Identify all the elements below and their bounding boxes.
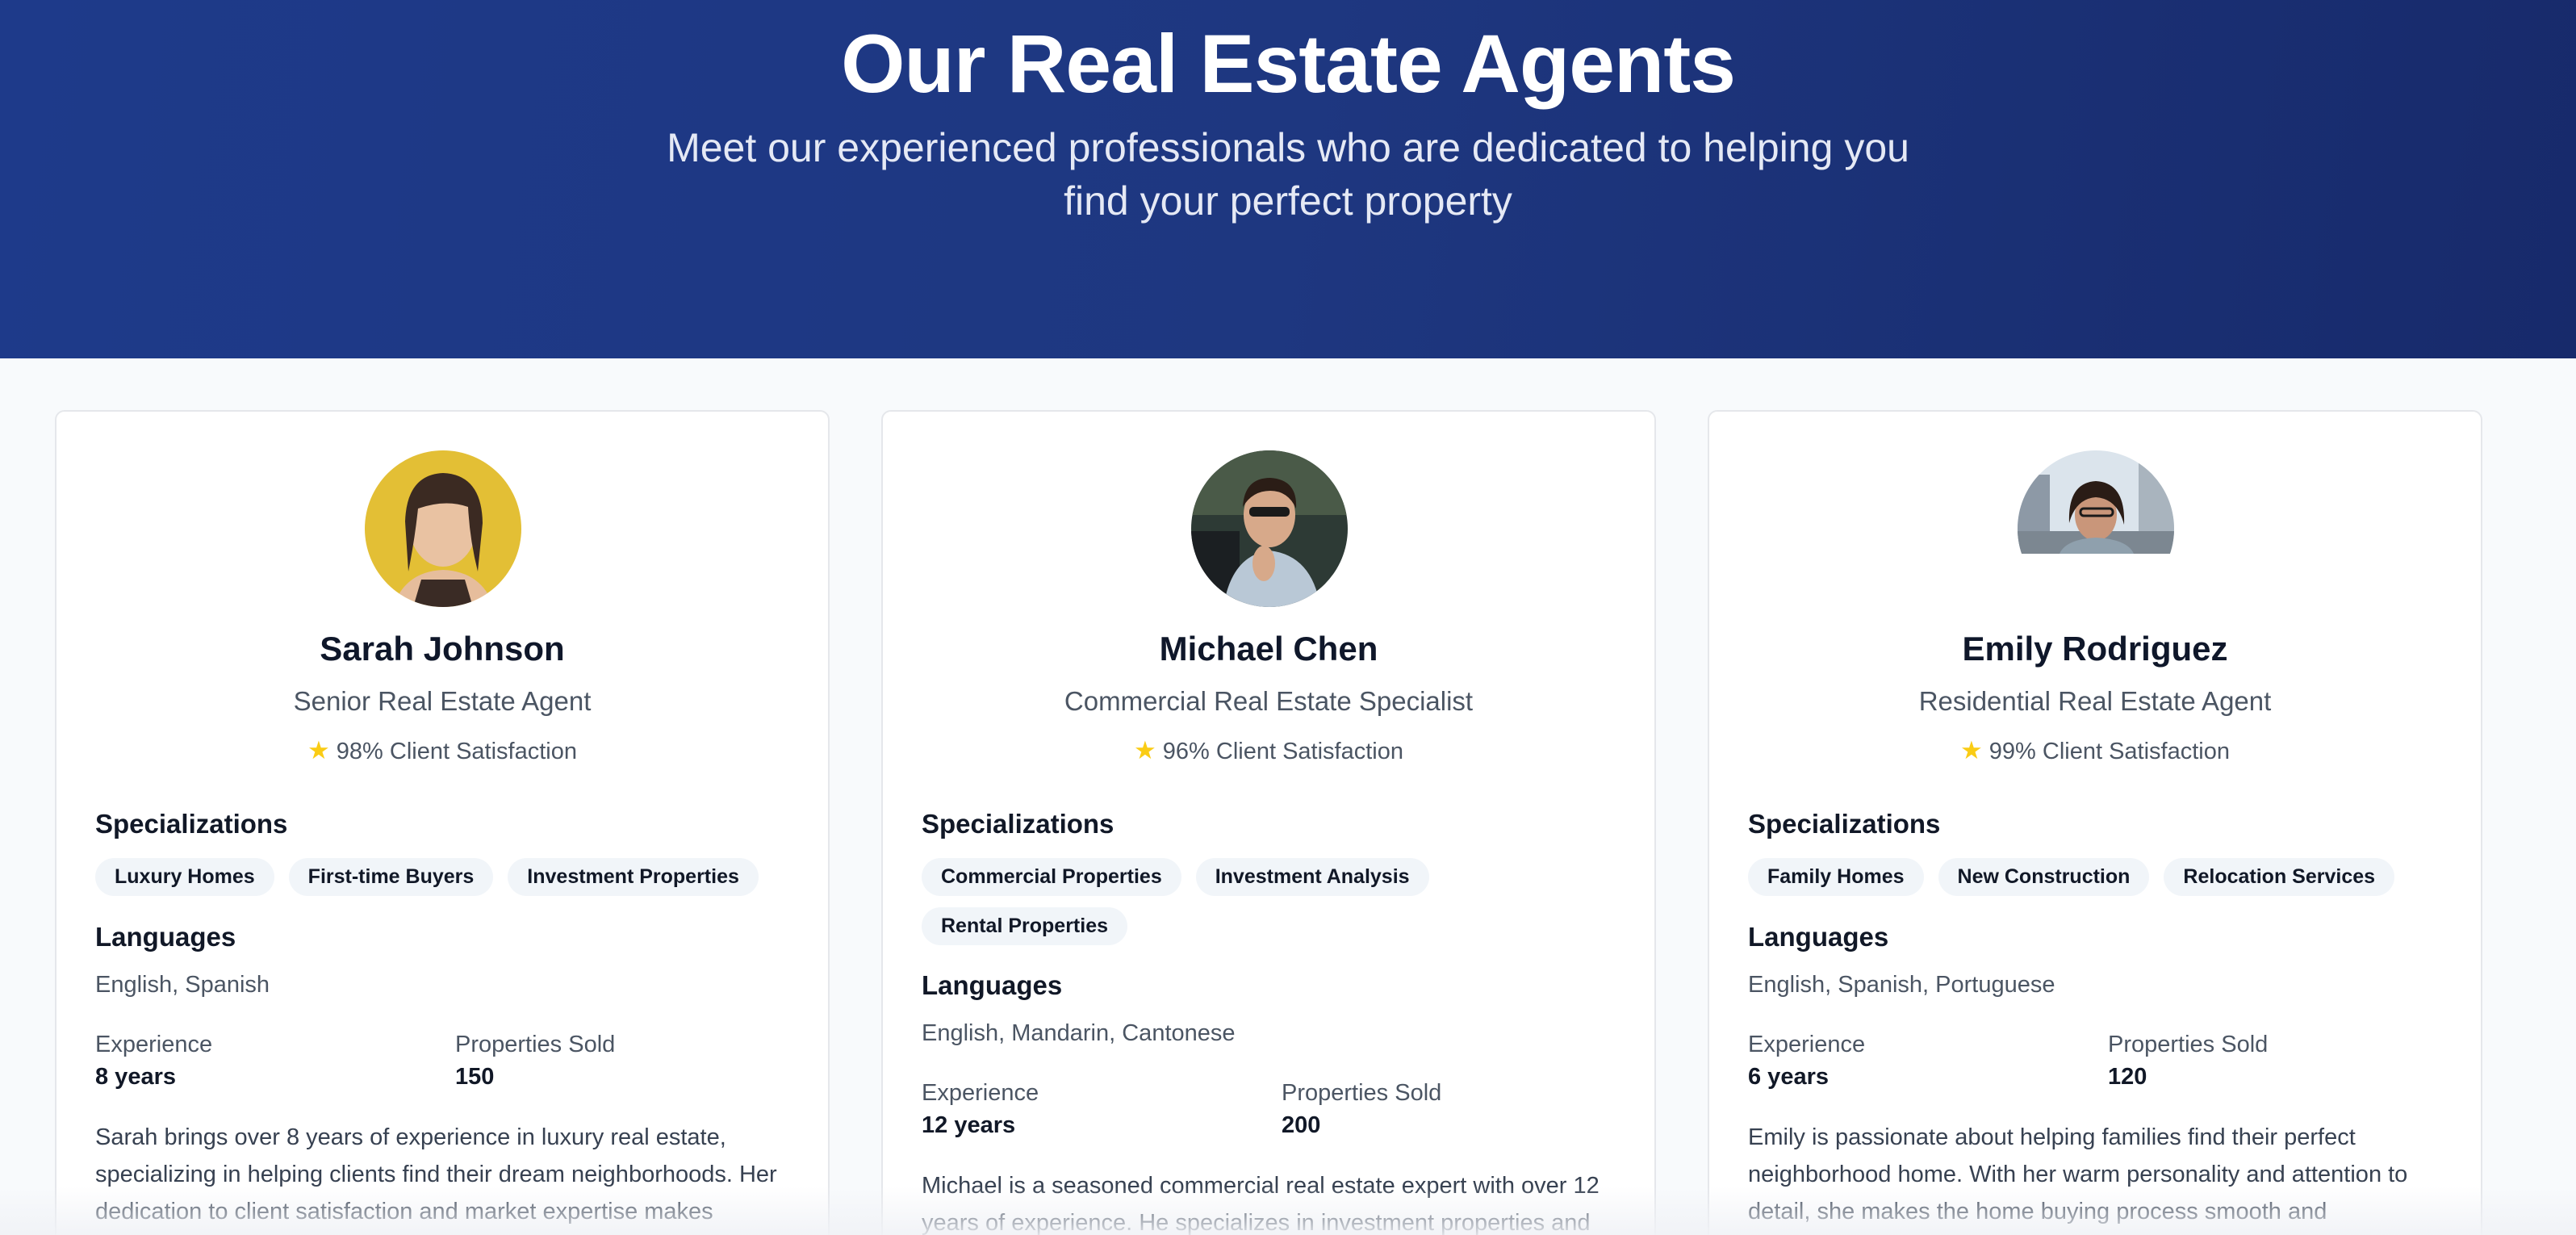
languages-heading: Languages xyxy=(922,970,1063,1000)
properties-sold-label: Properties Sold xyxy=(2108,1032,2269,1057)
specialization-tag: Commercial Properties xyxy=(922,858,1181,896)
specializations-heading: Specializations xyxy=(922,809,1114,839)
specializations-heading: Specializations xyxy=(95,809,288,839)
agent-name: Sarah Johnson xyxy=(320,630,565,668)
page-title: Our Real Estate Agents xyxy=(841,18,1736,110)
specialization-tags: Commercial Properties Investment Analysi… xyxy=(922,858,1632,945)
satisfaction-rating: ★ 99% Client Satisfaction xyxy=(1709,736,2481,765)
properties-sold-value: 200 xyxy=(1282,1112,1321,1138)
agent-role: Commercial Real Estate Specialist xyxy=(1064,686,1474,716)
experience-label: Experience xyxy=(922,1080,1039,1106)
specialization-tag: Rental Properties xyxy=(922,907,1128,945)
agent-avatar[interactable] xyxy=(2018,450,2174,607)
agent-avatar[interactable] xyxy=(1191,450,1348,607)
languages-heading: Languages xyxy=(1748,922,1889,952)
agent-languages: English, Spanish, Portuguese xyxy=(1748,972,2055,998)
agent-card[interactable]: Michael Chen Commercial Real Estate Spec… xyxy=(881,410,1656,1235)
agent-bio: Emily is passionate about helping famili… xyxy=(1748,1124,2408,1225)
experience-label: Experience xyxy=(95,1032,213,1057)
specialization-tag: Luxury Homes xyxy=(95,858,274,896)
satisfaction-text: 96% Client Satisfaction xyxy=(1162,739,1403,764)
satisfaction-text: 98% Client Satisfaction xyxy=(336,739,577,764)
specialization-tag: First-time Buyers xyxy=(288,858,494,896)
agent-role: Senior Real Estate Agent xyxy=(293,686,592,716)
agent-card[interactable]: Sarah Johnson Senior Real Estate Agent ★… xyxy=(55,410,830,1235)
satisfaction-text: 99% Client Satisfaction xyxy=(1988,739,2230,764)
specialization-tag: Investment Properties xyxy=(508,858,759,896)
hero-banner: Our Real Estate Agents Meet our experien… xyxy=(0,0,2576,358)
properties-sold-value: 120 xyxy=(2108,1064,2147,1090)
languages-heading: Languages xyxy=(95,922,236,952)
specialization-tags: Luxury Homes First-time Buyers Investmen… xyxy=(95,858,805,896)
agent-languages: English, Spanish xyxy=(95,972,270,998)
agent-name: Michael Chen xyxy=(1159,630,1378,668)
experience-label: Experience xyxy=(1748,1032,1866,1057)
agent-bio: Sarah brings over 8 years of experience … xyxy=(95,1124,777,1225)
experience-value: 12 years xyxy=(922,1112,1016,1138)
satisfaction-rating: ★ 98% Client Satisfaction xyxy=(56,736,828,765)
specialization-tag: Investment Analysis xyxy=(1195,858,1429,896)
properties-sold-label: Properties Sold xyxy=(1282,1080,1442,1106)
satisfaction-rating: ★ 96% Client Satisfaction xyxy=(883,736,1654,765)
experience-value: 8 years xyxy=(95,1064,176,1090)
agent-languages: English, Mandarin, Cantonese xyxy=(922,1020,1236,1046)
star-icon: ★ xyxy=(307,736,330,764)
specialization-tags: Family Homes New Construction Relocation… xyxy=(1748,858,2458,896)
properties-sold-value: 150 xyxy=(455,1064,495,1090)
agent-card[interactable]: Emily Rodriguez Residential Real Estate … xyxy=(1708,410,2482,1235)
agent-avatar[interactable] xyxy=(365,450,521,607)
experience-value: 6 years xyxy=(1748,1064,1829,1090)
agent-bio: Michael is a seasoned commercial real es… xyxy=(922,1173,1600,1235)
specialization-tag: Family Homes xyxy=(1748,858,1924,896)
agent-name: Emily Rodriguez xyxy=(1962,630,2228,668)
star-icon: ★ xyxy=(1959,736,1983,764)
star-icon: ★ xyxy=(1133,736,1156,764)
agent-role: Residential Real Estate Agent xyxy=(1918,686,2272,716)
properties-sold-label: Properties Sold xyxy=(455,1032,616,1057)
specialization-tag: Relocation Services xyxy=(2164,858,2395,896)
specializations-heading: Specializations xyxy=(1748,809,1941,839)
page-subtitle: Meet our experienced professionals who a… xyxy=(667,125,1909,224)
specialization-tag: New Construction xyxy=(1938,858,2150,896)
